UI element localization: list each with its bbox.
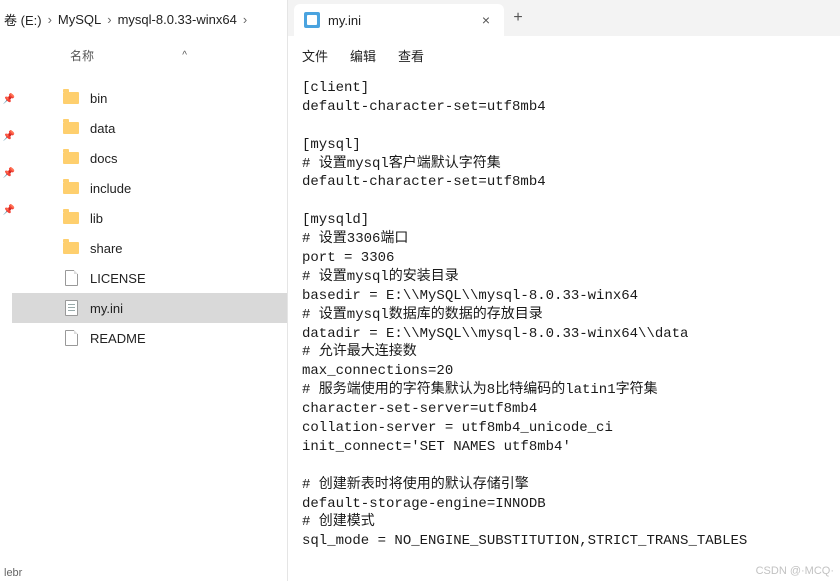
new-tab-button[interactable]: +	[504, 9, 532, 27]
file-name: bin	[90, 91, 107, 106]
pin-icon: 📌	[0, 131, 18, 142]
tab-file[interactable]: my.ini ×	[294, 4, 504, 36]
file-row[interactable]: my.ini	[12, 293, 287, 323]
file-name: my.ini	[90, 301, 123, 316]
file-row[interactable]: lib	[12, 203, 287, 233]
file-row[interactable]: README	[12, 323, 287, 353]
file-row[interactable]: bin	[12, 83, 287, 113]
breadcrumb: 卷 (E:) › MySQL › mysql-8.0.33-winx64 ›	[0, 0, 287, 39]
file-name: include	[90, 181, 131, 196]
breadcrumb-folder-mysql[interactable]: MySQL	[58, 12, 101, 27]
explorer-panel: 卷 (E:) › MySQL › mysql-8.0.33-winx64 › 名…	[0, 0, 288, 581]
notepad-panel: my.ini × + 文件 编辑 查看 [client] default-cha…	[288, 0, 840, 581]
file-name: lib	[90, 211, 103, 226]
file-row[interactable]: include	[12, 173, 287, 203]
close-icon[interactable]: ×	[478, 12, 494, 28]
folder-icon	[62, 239, 80, 257]
folder-icon	[62, 119, 80, 137]
breadcrumb-folder-version[interactable]: mysql-8.0.33-winx64	[118, 12, 237, 27]
menu-view[interactable]: 查看	[398, 46, 424, 65]
menu-file[interactable]: 文件	[302, 46, 328, 65]
file-icon	[62, 329, 80, 347]
file-name: LICENSE	[90, 271, 146, 286]
editor-menu: 文件 编辑 查看	[288, 36, 840, 75]
folder-icon	[62, 89, 80, 107]
file-name: docs	[90, 151, 117, 166]
tab-title: my.ini	[328, 13, 478, 28]
file-row[interactable]: LICENSE	[12, 263, 287, 293]
folder-icon	[62, 149, 80, 167]
menu-edit[interactable]: 编辑	[350, 46, 376, 65]
file-row[interactable]: docs	[12, 143, 287, 173]
file-list[interactable]: bin data docs include lib share LICENSE my.ini R…	[0, 73, 287, 567]
pin-icon: 📌	[0, 168, 18, 179]
file-row[interactable]: data	[12, 113, 287, 143]
file-icon	[62, 269, 80, 287]
pin-icon: 📌	[0, 94, 18, 105]
ini-file-icon	[62, 299, 80, 317]
editor-content[interactable]: [client] default-character-set=utf8mb4 […	[288, 75, 840, 581]
folder-icon	[62, 209, 80, 227]
breadcrumb-drive[interactable]: 卷 (E:)	[4, 10, 42, 29]
file-name: share	[90, 241, 123, 256]
pin-icon: 📌	[0, 205, 18, 216]
chevron-right-icon: ›	[48, 12, 52, 27]
file-name: README	[90, 331, 146, 346]
file-row[interactable]: share	[12, 233, 287, 263]
column-header[interactable]: 名称 ^	[0, 39, 287, 73]
quick-access-pins: 📌 📌 📌 📌	[0, 90, 18, 216]
notepad-icon	[304, 12, 320, 28]
column-header-name: 名称	[70, 47, 94, 64]
tab-bar: my.ini × +	[288, 0, 840, 36]
sidebar-text-truncated: lebr	[0, 567, 287, 579]
sort-indicator-icon: ^	[182, 50, 187, 61]
chevron-right-icon: ›	[243, 12, 247, 27]
file-name: data	[90, 121, 115, 136]
folder-icon	[62, 179, 80, 197]
chevron-right-icon: ›	[107, 12, 111, 27]
